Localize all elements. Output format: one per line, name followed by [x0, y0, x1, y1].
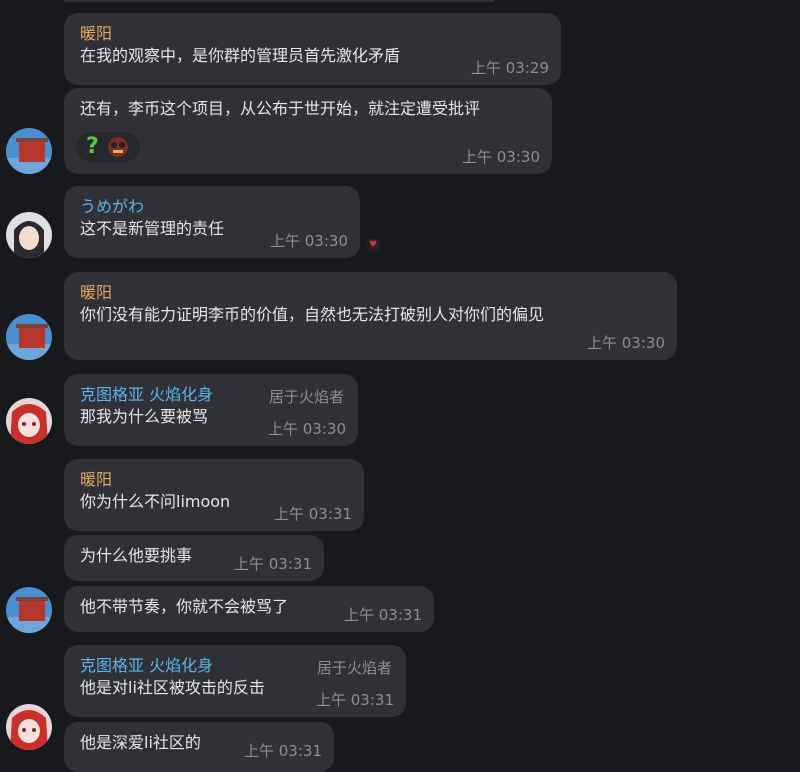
- reaction-bar[interactable]: ?: [76, 132, 140, 162]
- message-text: 他不带节奏，你就不会被骂了: [80, 597, 289, 616]
- message-bubble[interactable]: 暖阳 在我的观察中，是你群的管理员首先激化矛盾 上午 03:29: [64, 13, 561, 85]
- sender-name[interactable]: 暖阳: [80, 282, 663, 304]
- avatar[interactable]: [6, 212, 52, 258]
- message-bubble[interactable]: 暖阳 你们没有能力证明李币的价值，自然也无法打破别人对你们的偏见 上午 03:3…: [64, 272, 677, 360]
- message-text: 你为什么不问limoon: [80, 492, 231, 511]
- avatar[interactable]: [6, 314, 52, 360]
- message-text: 还有，李币这个项目，从公布于世开始，就注定遭受批评: [80, 99, 481, 118]
- message-time: 上午 03:30: [462, 148, 540, 166]
- previous-message-edge: [64, 0, 494, 2]
- emoji-reaction-icon[interactable]: [105, 135, 131, 159]
- sender-name[interactable]: うめがわ: [80, 196, 346, 218]
- sender-name[interactable]: 暖阳: [80, 469, 350, 491]
- message-time: 上午 03:31: [344, 606, 422, 624]
- message-bubble[interactable]: 还有，李币这个项目，从公布于世开始，就注定遭受批评 ? 上午 03:30: [64, 88, 552, 174]
- avatar[interactable]: [6, 587, 52, 633]
- message-bubble[interactable]: 克图格亚 火焰化身 居于火焰者 那我为什么要被骂 上午 03:30: [64, 374, 358, 446]
- avatar[interactable]: [6, 704, 52, 750]
- message-text: 他是深爱li社区的: [80, 733, 201, 752]
- avatar[interactable]: [6, 128, 52, 174]
- message-time: 上午 03:30: [270, 232, 348, 250]
- message-bubble[interactable]: 为什么他要挑事 上午 03:31: [64, 535, 324, 581]
- message-time: 上午 03:29: [471, 59, 549, 77]
- message-text: 为什么他要挑事: [80, 546, 193, 565]
- heart-reaction-icon[interactable]: ♥: [366, 238, 380, 252]
- message-text: 他是对li社区被攻击的反击: [80, 678, 265, 697]
- message-time: 上午 03:30: [268, 420, 346, 438]
- member-rank: 居于火焰者: [268, 388, 344, 406]
- avatar[interactable]: [6, 398, 52, 444]
- message-text: 这不是新管理的责任: [80, 219, 225, 238]
- message-bubble[interactable]: うめがわ 这不是新管理的责任 上午 03:30: [64, 186, 360, 258]
- message-time: 上午 03:30: [587, 334, 665, 352]
- message-time: 上午 03:31: [244, 742, 322, 760]
- message-time: 上午 03:31: [274, 505, 352, 523]
- question-mark-icon[interactable]: ?: [86, 136, 99, 158]
- message-text: 在我的观察中，是你群的管理员首先激化矛盾: [80, 46, 401, 65]
- message-bubble[interactable]: 暖阳 你为什么不问limoon 上午 03:31: [64, 459, 364, 531]
- message-time: 上午 03:31: [234, 555, 312, 573]
- message-time: 上午 03:31: [316, 691, 394, 709]
- message-text: 那我为什么要被骂: [80, 407, 209, 426]
- member-rank: 居于火焰者: [316, 659, 392, 677]
- message-bubble[interactable]: 他不带节奏，你就不会被骂了 上午 03:31: [64, 586, 434, 632]
- message-bubble[interactable]: 他是深爱li社区的 上午 03:31: [64, 722, 334, 772]
- sender-name[interactable]: 暖阳: [80, 23, 547, 45]
- message-text: 你们没有能力证明李币的价值，自然也无法打破别人对你们的偏见: [80, 305, 545, 324]
- message-bubble[interactable]: 克图格亚 火焰化身 居于火焰者 他是对li社区被攻击的反击 上午 03:31: [64, 645, 406, 717]
